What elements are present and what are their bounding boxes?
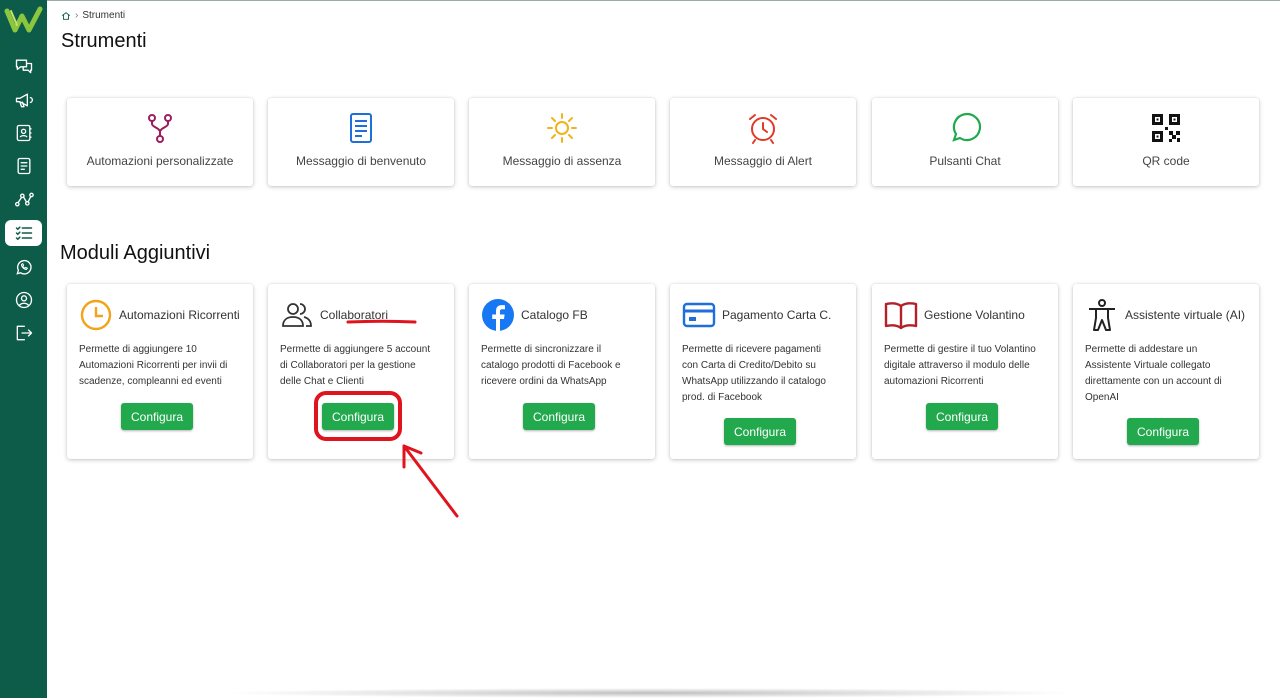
- module-card-gestione-volantino: Gestione Volantino Permette di gestire i…: [872, 284, 1058, 459]
- bottom-shadow: [220, 688, 1080, 698]
- fork-icon: [148, 114, 172, 143]
- tool-card-assenza[interactable]: Messaggio di assenza: [469, 98, 655, 186]
- module-title: Catalogo FB: [521, 308, 588, 322]
- module-description: Permette di ricevere pagamenti con Carta …: [682, 344, 826, 403]
- module-card-assistente-virtuale: Assistente virtuale (AI) Permette di add…: [1073, 284, 1259, 459]
- module-card-pagamento-carta: Pagamento Carta C. Permette di ricevere …: [670, 284, 856, 459]
- sidebar-item-logout[interactable]: [5, 320, 42, 346]
- tool-label: Pulsanti Chat: [929, 154, 1001, 168]
- logout-icon: [16, 325, 32, 341]
- module-card-collaboratori: Collaboratori Permette di aggiungere 5 a…: [268, 284, 454, 459]
- module-description: Permette di aggiungere 10 Automazioni Ric…: [79, 344, 228, 387]
- document-icon: [17, 157, 30, 175]
- flow-icon: [14, 192, 34, 207]
- sidebar: [0, 0, 47, 698]
- tool-card-benvenuto[interactable]: Messaggio di benvenuto: [268, 98, 454, 186]
- book-icon: [884, 302, 918, 330]
- module-card-automazioni-ricorrenti: Automazioni Ricorrenti Permette di aggiu…: [67, 284, 253, 459]
- module-title: Gestione Volantino: [924, 308, 1025, 322]
- sidebar-item-whatsapp[interactable]: [5, 254, 42, 280]
- tool-card-automazioni[interactable]: Automazioni personalizzate: [67, 98, 253, 186]
- sidebar-item-account[interactable]: [5, 287, 42, 313]
- module-title: Assistente virtuale (AI): [1125, 308, 1246, 322]
- tool-card-qr-code[interactable]: QR code: [1073, 98, 1259, 186]
- users-icon: [282, 303, 312, 327]
- module-description: Permette di addestare un Assistente Virtu…: [1085, 344, 1222, 403]
- tool-label: Messaggio di Alert: [713, 154, 813, 168]
- module-card-catalogo-fb: Catalogo FB Permette di sincronizzare il…: [469, 284, 655, 459]
- app-logo[interactable]: [4, 6, 44, 34]
- section-title: Moduli Aggiuntivi: [60, 242, 211, 264]
- sidebar-item-documents[interactable]: [5, 153, 42, 179]
- tool-label: Messaggio di benvenuto: [295, 154, 427, 168]
- tool-label: Messaggio di assenza: [502, 154, 622, 168]
- module-title: Collaboratori: [320, 308, 389, 322]
- clock-icon: [80, 299, 112, 331]
- module-description: Permette di aggiungere 5 account di Colla…: [280, 344, 431, 387]
- sidebar-item-chat[interactable]: [5, 53, 42, 79]
- sun-icon: [547, 113, 577, 143]
- checklist-icon: [15, 226, 32, 241]
- account-icon: [15, 291, 32, 309]
- configura-button[interactable]: Configura: [724, 418, 796, 445]
- breadcrumb-current: Strumenti: [82, 10, 126, 21]
- tool-label: QR code: [1142, 154, 1190, 168]
- alarm-icon: [749, 114, 777, 144]
- credit-card-icon: [682, 302, 716, 328]
- qr-code-icon: [1152, 114, 1180, 142]
- tool-card-pulsanti-chat[interactable]: Pulsanti Chat: [872, 98, 1058, 186]
- configura-button[interactable]: Configura: [523, 403, 595, 430]
- facebook-icon: [482, 299, 514, 331]
- breadcrumb: › Strumenti: [61, 10, 125, 21]
- whatsapp-icon: [15, 259, 32, 275]
- contacts-icon: [16, 124, 31, 142]
- configura-button[interactable]: Configura: [926, 403, 998, 430]
- configura-button[interactable]: Configura: [322, 403, 394, 430]
- module-description: Permette di gestire il tuo Volantino digi…: [884, 344, 1036, 387]
- sidebar-item-contacts[interactable]: [5, 120, 42, 146]
- home-icon[interactable]: [61, 11, 71, 21]
- chat-bubble-icon: [952, 113, 981, 142]
- sidebar-item-tools[interactable]: [5, 220, 42, 246]
- configura-button[interactable]: Configura: [121, 403, 193, 430]
- top-border: [47, 0, 1280, 1]
- sidebar-item-flows[interactable]: [5, 187, 42, 213]
- configura-button[interactable]: Configura: [1127, 418, 1199, 445]
- sidebar-item-campaigns[interactable]: [5, 87, 42, 113]
- chat-icon: [15, 59, 32, 74]
- module-description: Permette di sincronizzare il catalogo pro…: [481, 344, 621, 387]
- module-title: Pagamento Carta C.: [722, 308, 832, 322]
- megaphone-icon: [15, 93, 33, 108]
- page-title: Strumenti: [61, 30, 147, 52]
- module-title: Automazioni Ricorrenti: [119, 308, 240, 322]
- document-icon: [350, 113, 372, 143]
- tool-label: Automazioni personalizzate: [86, 154, 234, 168]
- breadcrumb-separator: ›: [75, 10, 79, 21]
- person-icon: [1089, 299, 1115, 331]
- tool-card-alert[interactable]: Messaggio di Alert: [670, 98, 856, 186]
